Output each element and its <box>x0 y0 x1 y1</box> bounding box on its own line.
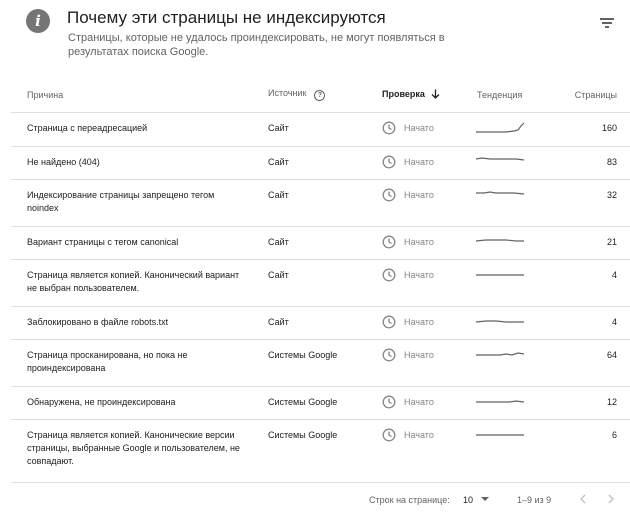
source-cell: Системы Google <box>268 397 338 407</box>
column-header-trend[interactable]: Тенденция <box>477 90 522 100</box>
source-cell: Системы Google <box>268 350 338 360</box>
check-cell: Начато <box>382 188 434 202</box>
trend-sparkline <box>476 191 524 195</box>
trend-sparkline <box>476 434 524 436</box>
table-row[interactable]: Вариант страницы с тегом canonical Сайт … <box>11 227 630 260</box>
rows-per-page-label: Строк на странице: <box>369 495 450 505</box>
pages-count: 83 <box>606 157 617 167</box>
clock-icon <box>382 155 396 169</box>
trend-sparkline <box>476 320 524 323</box>
status-text: Начато <box>404 156 434 167</box>
status-text: Начато <box>404 122 434 133</box>
table-row[interactable]: Заблокировано в файле robots.txt Сайт На… <box>11 307 630 340</box>
status-text: Начато <box>404 269 434 280</box>
reason-cell: Индексирование страницы запрещено тегом … <box>27 190 215 213</box>
trend-sparkline <box>476 157 524 161</box>
pages-count: 32 <box>606 190 617 200</box>
clock-icon <box>382 188 396 202</box>
trend-sparkline <box>476 239 524 242</box>
source-cell: Сайт <box>268 157 289 167</box>
column-header-pages[interactable]: Страницы <box>575 90 617 100</box>
status-text: Начато <box>404 396 434 407</box>
clock-icon <box>382 315 396 329</box>
rows-per-page-select[interactable]: 10 <box>463 495 473 505</box>
status-text: Начато <box>404 349 434 360</box>
reason-cell: Не найдено (404) <box>27 157 100 167</box>
pages-count: 4 <box>611 270 617 280</box>
table-row[interactable]: Индексирование страницы запрещено тегом … <box>11 180 630 227</box>
pages-count: 64 <box>606 350 617 360</box>
reason-cell: Страница с переадресацией <box>27 123 148 133</box>
clock-icon <box>382 268 396 282</box>
check-cell: Начато <box>382 348 434 362</box>
pages-count: 4 <box>611 317 617 327</box>
trend-sparkline <box>476 400 524 403</box>
check-cell: Начато <box>382 395 434 409</box>
dropdown-arrow-icon[interactable] <box>481 497 489 501</box>
clock-icon <box>382 428 396 442</box>
clock-icon <box>382 348 396 362</box>
pages-count: 160 <box>601 123 617 133</box>
check-cell: Начато <box>382 428 434 442</box>
table-header: Причина Источник? Проверка Тенденция Стр… <box>11 80 630 113</box>
card-subtitle: Страницы, которые не удалось проиндексир… <box>68 32 445 58</box>
trend-sparkline <box>476 274 524 276</box>
pages-count: 6 <box>611 430 617 440</box>
source-cell: Сайт <box>268 123 289 133</box>
trend-sparkline <box>476 352 524 356</box>
table-row[interactable]: Не найдено (404) Сайт Начато 83 <box>11 147 630 180</box>
reason-cell: Страница является копией. Канонические в… <box>27 430 240 466</box>
source-cell: Системы Google <box>268 430 338 440</box>
pages-count: 21 <box>606 237 617 247</box>
table-row[interactable]: Страница является копией. Канонический в… <box>11 260 630 307</box>
column-header-reason[interactable]: Причина <box>27 90 63 100</box>
info-icon: i <box>26 9 50 33</box>
trend-sparkline <box>476 122 524 133</box>
column-header-check[interactable]: Проверка <box>382 89 440 99</box>
pages-count: 12 <box>606 397 617 407</box>
source-cell: Сайт <box>268 190 289 200</box>
check-cell: Начато <box>382 235 434 249</box>
help-icon[interactable]: ? <box>314 90 326 101</box>
chevron-left-icon[interactable] <box>577 493 589 505</box>
source-cell: Сайт <box>268 237 289 247</box>
status-text: Начато <box>404 189 434 200</box>
clock-icon <box>382 121 396 135</box>
reason-cell: Страница является копией. Канонический в… <box>27 270 240 293</box>
table-row[interactable]: Страница просканирована, но пока не прои… <box>11 340 630 387</box>
reason-cell: Страница просканирована, но пока не прои… <box>27 350 188 373</box>
arrow-down-icon <box>431 89 440 99</box>
check-cell: Начато <box>382 268 434 282</box>
source-cell: Сайт <box>268 270 289 280</box>
clock-icon <box>382 235 396 249</box>
column-header-source[interactable]: Источник? <box>268 88 326 101</box>
status-text: Начато <box>404 429 434 440</box>
filter-icon[interactable] <box>600 16 616 30</box>
reason-cell: Обнаружена, не проиндексирована <box>27 397 176 407</box>
reason-cell: Вариант страницы с тегом canonical <box>27 237 179 247</box>
table-row[interactable]: Страница с переадресацией Сайт Начато 16… <box>11 113 630 147</box>
not-indexed-reasons-card: i Почему эти страницы не индексируются С… <box>11 0 630 512</box>
table-row[interactable]: Обнаружена, не проиндексирована Системы … <box>11 387 630 420</box>
reason-cell: Заблокировано в файле robots.txt <box>27 317 169 327</box>
clock-icon <box>382 395 396 409</box>
status-text: Начато <box>404 236 434 247</box>
card-title: Почему эти страницы не индексируются <box>67 8 386 27</box>
check-cell: Начато <box>382 315 434 329</box>
chevron-right-icon[interactable] <box>605 493 617 505</box>
table-footer: Строк на странице: 10 1–9 из 9 <box>11 483 630 512</box>
check-cell: Начато <box>382 155 434 169</box>
check-cell: Начато <box>382 121 434 135</box>
source-cell: Сайт <box>268 317 289 327</box>
status-text: Начато <box>404 316 434 327</box>
table-row[interactable]: Страница является копией. Канонические в… <box>11 420 630 483</box>
pagination-range: 1–9 из 9 <box>517 495 552 505</box>
